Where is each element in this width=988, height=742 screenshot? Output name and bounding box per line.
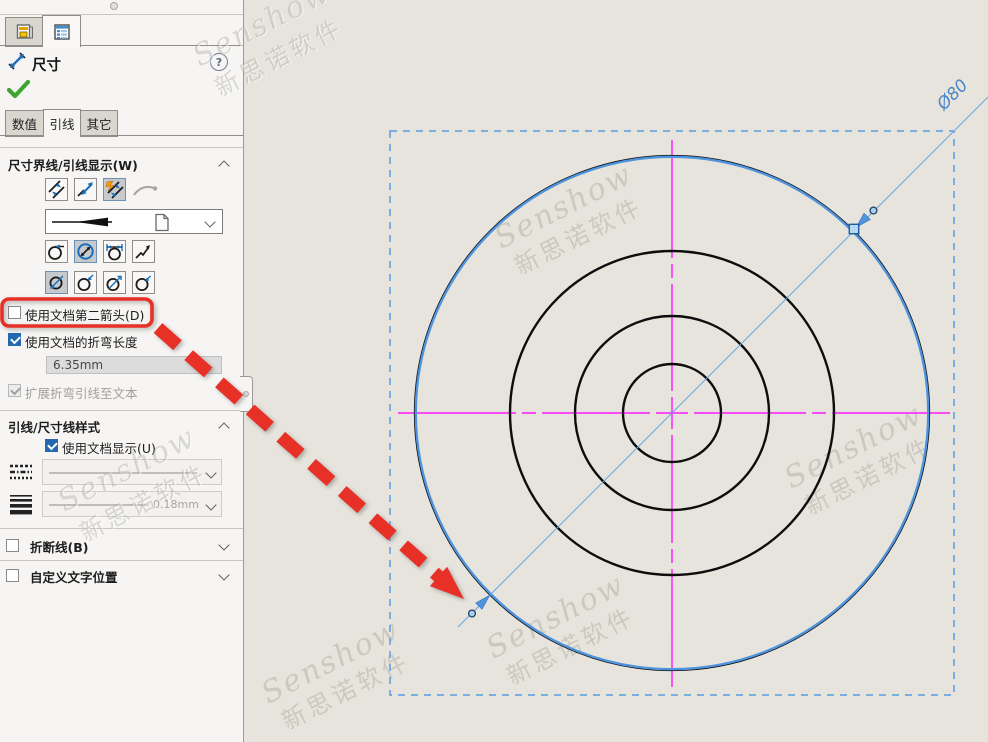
dimension-text[interactable]: Ø80 xyxy=(933,76,973,116)
arrow-inside-icon xyxy=(76,242,95,261)
second-arrow-label[interactable]: 使用文档第二箭头(D) xyxy=(25,305,144,324)
line-thickness-value: 0.18mm xyxy=(153,498,199,511)
dropdown-chevron-icon xyxy=(205,500,217,512)
bend-length-checkbox[interactable] xyxy=(8,333,21,346)
panel-title: 尺寸 xyxy=(32,54,61,75)
leader-witness-icon xyxy=(76,180,95,199)
expand-break-lines-icon[interactable] xyxy=(218,540,230,552)
tab-other[interactable]: 其它 xyxy=(80,110,118,137)
extend-bent-label: 扩展折弯引线至文本 xyxy=(25,383,138,402)
diameter-leader-through-button[interactable] xyxy=(45,271,68,294)
tab-value[interactable]: 数值 xyxy=(5,110,44,137)
diameter-dimension-line[interactable] xyxy=(458,97,988,627)
bent-leader-disabled-icon xyxy=(132,180,158,200)
outside-witness-icon xyxy=(47,180,66,199)
property-manager-panel: Senshow 新思诺软件 xyxy=(0,0,244,742)
jogged-leader-button[interactable] xyxy=(132,240,155,263)
outside-witness-button[interactable] xyxy=(45,178,68,201)
diameter-open-arrow-button[interactable] xyxy=(103,271,126,294)
dropdown-chevron-icon xyxy=(204,217,216,229)
watermark: Senshow 新思诺软件 xyxy=(779,397,942,523)
line-style-preview xyxy=(49,471,197,475)
diameter-arrow-in-button[interactable] xyxy=(74,271,97,294)
collapse-witness-icon[interactable] xyxy=(218,157,230,169)
panel-resize-handle[interactable] xyxy=(110,2,118,10)
ok-check-icon[interactable] xyxy=(7,79,31,99)
diameter-hook-arrow-icon xyxy=(134,273,153,292)
parameters-tab-icon xyxy=(16,23,34,41)
use-doc-display-label[interactable]: 使用文档显示(U) xyxy=(62,438,156,457)
line-thickness-dropdown: 0.18mm xyxy=(42,491,222,517)
tab-leaders[interactable]: 引线 xyxy=(43,109,81,137)
smart-witness-button[interactable] xyxy=(103,178,126,201)
arrow-style-dropdown[interactable] xyxy=(45,209,223,234)
arrow-handle-lower xyxy=(469,610,476,617)
leader-style-section-title: 引线/尺寸线样式 xyxy=(8,417,100,436)
panel-splitter-handle[interactable] xyxy=(240,376,253,412)
tab-strip-line xyxy=(0,135,243,136)
break-lines-title[interactable]: 折断线(B) xyxy=(30,537,88,556)
arrow-outside-button[interactable] xyxy=(45,240,68,263)
help-icon[interactable]: ? xyxy=(210,53,228,71)
tab-leaders-label: 引线 xyxy=(49,114,74,133)
use-doc-display-checkbox[interactable] xyxy=(45,439,58,452)
custom-text-title[interactable]: 自定义文字位置 xyxy=(30,567,118,586)
diameter-open-arrow-icon xyxy=(105,273,124,292)
solid-arrow-left-icon xyxy=(50,214,120,230)
line-thickness-preview xyxy=(49,503,149,507)
splitter-dot-icon xyxy=(243,391,249,397)
second-arrow-checkbox[interactable] xyxy=(8,306,21,319)
arrow-outside-icon xyxy=(47,242,66,261)
diameter-arrow-in-icon xyxy=(76,273,95,292)
break-lines-checkbox[interactable] xyxy=(6,539,19,552)
arrows-across-icon xyxy=(105,242,124,261)
line-style-dropdown xyxy=(42,459,222,485)
pm-tab-strip-line xyxy=(0,45,243,46)
dropdown-chevron-icon xyxy=(205,468,217,480)
attach-point-handle[interactable] xyxy=(849,224,858,233)
dimension-arrow-lower[interactable] xyxy=(469,595,490,617)
panel-top-divider xyxy=(0,14,243,15)
document-icon xyxy=(153,213,171,232)
leader-witness-button[interactable] xyxy=(74,178,97,201)
section-divider xyxy=(0,560,243,561)
line-style-icon xyxy=(8,461,34,483)
collapse-leader-style-icon[interactable] xyxy=(218,419,230,431)
arrows-across-button[interactable] xyxy=(103,240,126,263)
bend-length-label[interactable]: 使用文档的折弯长度 xyxy=(25,332,138,351)
watermark: Senshow 新思诺软件 xyxy=(481,567,644,693)
watermark: Senshow 新思诺软件 xyxy=(256,612,419,738)
section-divider xyxy=(0,147,243,148)
section-divider xyxy=(0,528,243,529)
jogged-leader-icon xyxy=(134,242,153,261)
dimension-icon xyxy=(7,51,27,71)
tab-value-label: 数值 xyxy=(12,114,37,133)
parameters-tab[interactable] xyxy=(5,17,44,47)
diameter-hook-arrow-button[interactable] xyxy=(132,271,155,294)
extend-bent-checkbox xyxy=(8,384,21,397)
bend-length-field: 6.35mm xyxy=(46,356,222,374)
line-thickness-icon xyxy=(8,493,34,515)
witness-section-title: 尺寸界线/引线显示(W) xyxy=(8,155,138,174)
drawing-canvas: Senshow 新思诺软件 Senshow 新思诺软件 Senshow 新思诺软… xyxy=(244,0,988,742)
dimension-properties-tab[interactable] xyxy=(42,15,81,47)
app-window: Senshow 新思诺软件 Senshow 新思诺软件 Senshow 新思诺软… xyxy=(0,0,988,742)
custom-text-checkbox[interactable] xyxy=(6,569,19,582)
expand-custom-text-icon[interactable] xyxy=(218,570,230,582)
drawing-viewport[interactable]: Senshow 新思诺软件 Senshow 新思诺软件 Senshow 新思诺软… xyxy=(244,0,988,742)
smart-witness-icon xyxy=(105,180,124,199)
diameter-leader-through-icon xyxy=(47,273,66,292)
arrow-inside-button[interactable] xyxy=(74,240,97,263)
section-divider xyxy=(0,410,243,411)
property-list-icon xyxy=(53,23,71,41)
arrow-handle-upper xyxy=(870,207,877,214)
tab-other-label: 其它 xyxy=(86,114,111,133)
